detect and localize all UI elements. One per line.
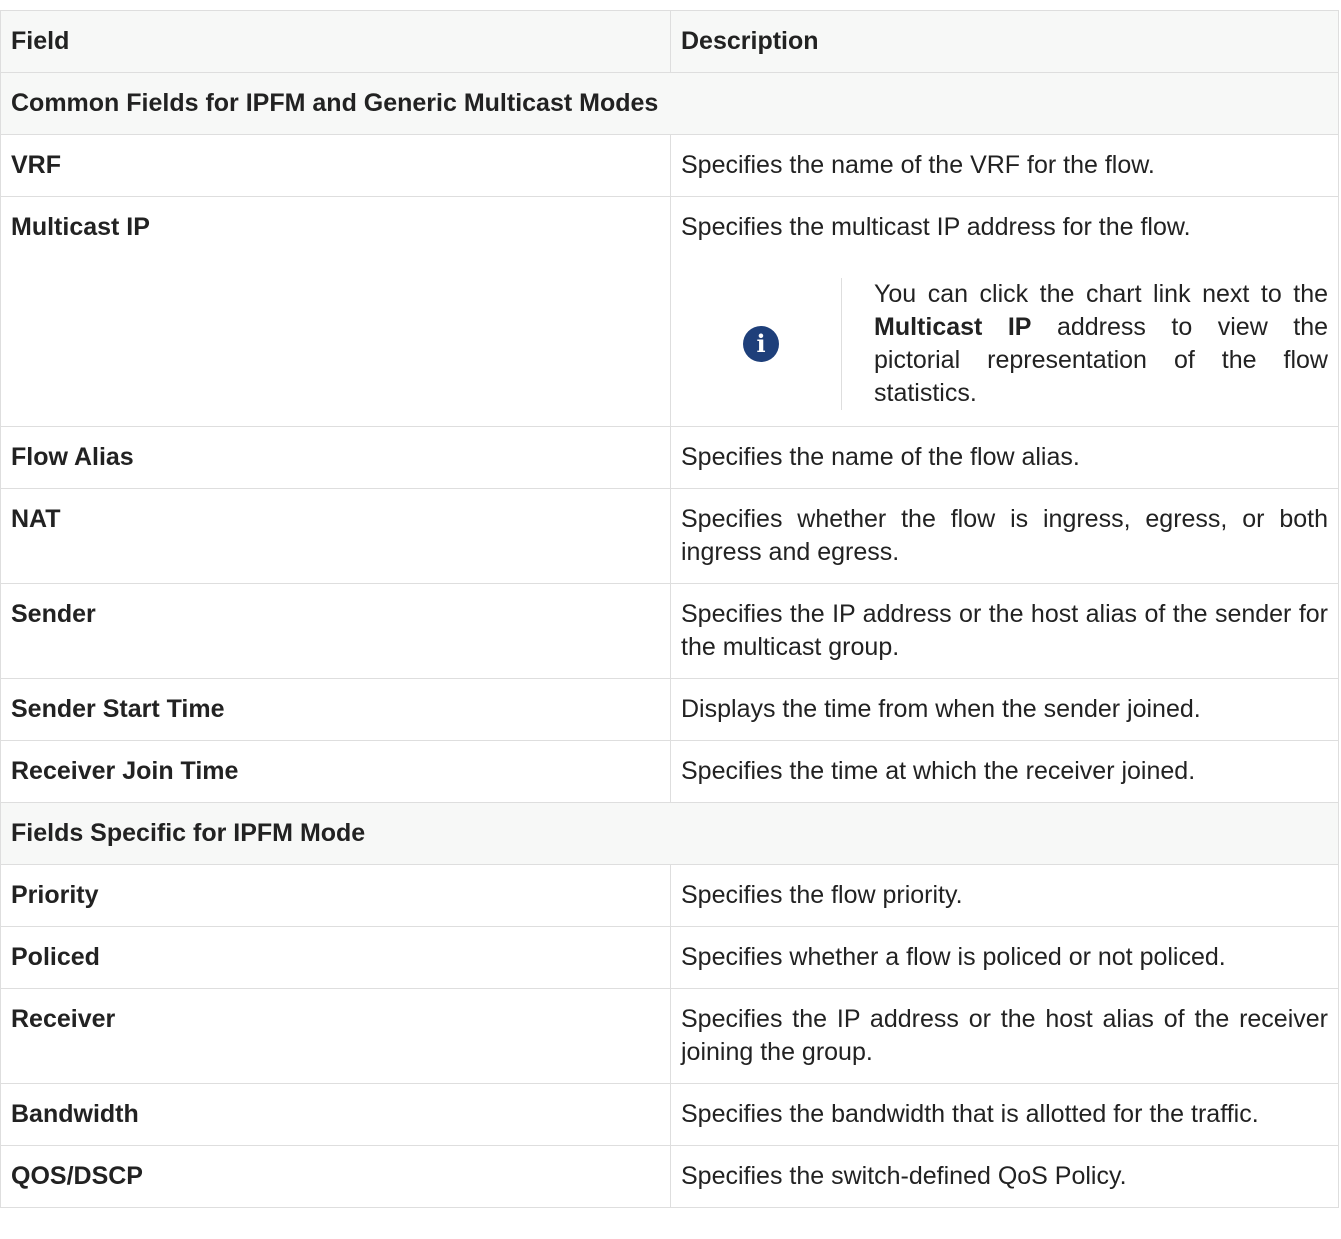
- note-text-before: You can click the chart link next to the: [874, 280, 1328, 308]
- note-text-bold: Multicast IP: [874, 313, 1032, 341]
- section-row: Common Fields for IPFM and Generic Multi…: [0, 72, 1339, 135]
- table-row: Priority Specifies the flow priority.: [0, 864, 1339, 927]
- table-row: Sender Specifies the IP address or the h…: [0, 583, 1339, 679]
- field-name: Policed: [0, 926, 671, 989]
- fields-table: Field Description Common Fields for IPFM…: [0, 10, 1339, 1208]
- field-description: Specifies the IP address or the host ali…: [670, 583, 1339, 679]
- section-row: Fields Specific for IPFM Mode: [0, 802, 1339, 865]
- table-row: NAT Specifies whether the flow is ingres…: [0, 488, 1339, 584]
- header-field: Field: [0, 10, 671, 73]
- field-name: Bandwidth: [0, 1083, 671, 1146]
- field-name: Multicast IP: [0, 196, 671, 427]
- table-row: Flow Alias Specifies the name of the flo…: [0, 426, 1339, 489]
- field-description: Specifies the flow priority.: [670, 864, 1339, 927]
- field-description: Displays the time from when the sender j…: [670, 678, 1339, 741]
- table-row: Multicast IP Specifies the multicast IP …: [0, 196, 1339, 427]
- field-description: Specifies whether the flow is ingress, e…: [670, 488, 1339, 584]
- field-description: Specifies the multicast IP address for t…: [681, 213, 1191, 241]
- field-name: Sender: [0, 583, 671, 679]
- field-description: Specifies the IP address or the host ali…: [670, 988, 1339, 1084]
- field-description: Specifies whether a flow is policed or n…: [670, 926, 1339, 989]
- table-row: VRF Specifies the name of the VRF for th…: [0, 134, 1339, 197]
- note-icon-wrap: i: [681, 278, 841, 410]
- field-description: Specifies the bandwidth that is allotted…: [670, 1083, 1339, 1146]
- field-name: Priority: [0, 864, 671, 927]
- field-name: Flow Alias: [0, 426, 671, 489]
- field-name: VRF: [0, 134, 671, 197]
- table-row: Policed Specifies whether a flow is poli…: [0, 926, 1339, 989]
- table-header-row: Field Description: [0, 10, 1339, 73]
- field-description: Specifies the switch-defined QoS Policy.: [670, 1145, 1339, 1208]
- field-name: Sender Start Time: [0, 678, 671, 741]
- section-title: Fields Specific for IPFM Mode: [0, 802, 1339, 865]
- field-description: Specifies the time at which the receiver…: [670, 740, 1339, 803]
- table-row: Sender Start Time Displays the time from…: [0, 678, 1339, 741]
- field-name: Receiver Join Time: [0, 740, 671, 803]
- table-row: Receiver Specifies the IP address or the…: [0, 988, 1339, 1084]
- field-name: NAT: [0, 488, 671, 584]
- field-name: QOS/DSCP: [0, 1145, 671, 1208]
- section-title: Common Fields for IPFM and Generic Multi…: [0, 72, 1339, 135]
- field-name: Receiver: [0, 988, 671, 1084]
- info-icon: i: [743, 326, 779, 362]
- field-description: Specifies the name of the flow alias.: [670, 426, 1339, 489]
- note-text: You can click the chart link next to the…: [841, 278, 1328, 410]
- note-admonition: i You can click the chart link next to t…: [681, 278, 1328, 410]
- field-description: Specifies the name of the VRF for the fl…: [670, 134, 1339, 197]
- table-row: Bandwidth Specifies the bandwidth that i…: [0, 1083, 1339, 1146]
- header-description: Description: [670, 10, 1339, 73]
- table-row: Receiver Join Time Specifies the time at…: [0, 740, 1339, 803]
- field-description-cell: Specifies the multicast IP address for t…: [670, 196, 1339, 427]
- table-row: QOS/DSCP Specifies the switch-defined Qo…: [0, 1145, 1339, 1208]
